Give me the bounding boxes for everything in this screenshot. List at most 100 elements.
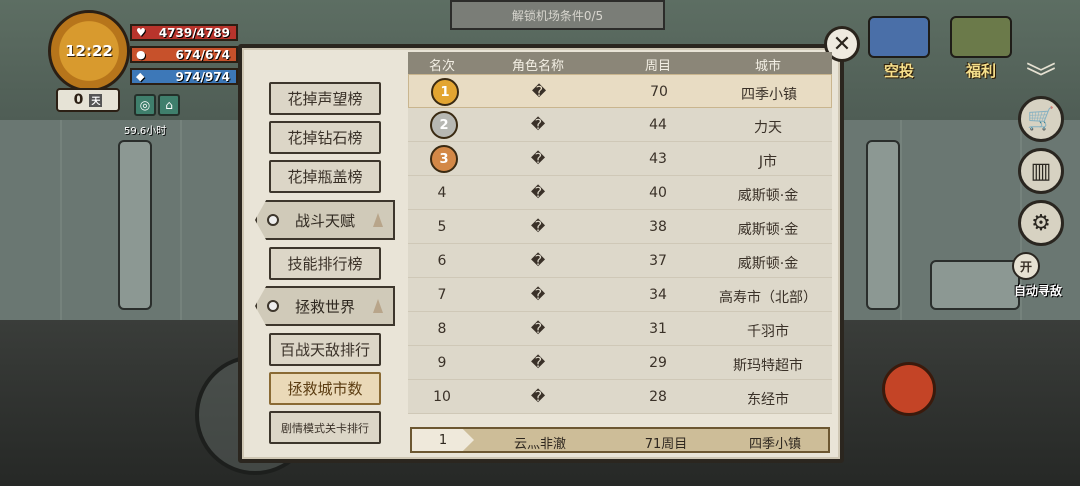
sidebar-item-story-levels[interactable]: 剧情模式关卡排行: [269, 411, 381, 444]
expand-triangle-icon: [373, 299, 383, 313]
my-rank-badge: 1: [412, 429, 474, 451]
table-row[interactable]: 1 � 70 四季小镇: [408, 74, 832, 108]
gear-icon: ⚙: [1031, 210, 1051, 236]
unlock-airport-banner: 解锁机场条件0/5: [450, 0, 665, 30]
sidebar-item-skills[interactable]: 技能排行榜: [269, 247, 381, 280]
row-city: 四季小镇: [741, 87, 797, 103]
header-name: 角色名称: [511, 59, 564, 74]
stamina-bar: ● 674/674: [130, 46, 238, 63]
row-name: �: [531, 84, 547, 100]
table-row[interactable]: 2 � 44 力天: [408, 108, 832, 142]
row-week: 29: [649, 355, 667, 371]
header-week: 周目: [644, 59, 671, 74]
row-name: �: [530, 185, 546, 201]
welfare-label: 福利: [965, 62, 996, 80]
table-row[interactable]: 3 � 43 J市: [408, 142, 832, 176]
table-row[interactable]: 4 � 40 威斯顿·金: [408, 176, 832, 210]
table-row[interactable]: 5 � 38 威斯顿·金: [408, 210, 832, 244]
sidebar-item-label: 拯救城市数: [287, 380, 363, 398]
collapse-chevron-icon[interactable]: ︾: [1018, 52, 1064, 98]
row-city: 千羽市: [747, 324, 789, 340]
sidebar-item-label: 花掉瓶盖榜: [287, 168, 363, 186]
row-city: 威斯顿·金: [737, 256, 799, 272]
row-name: �: [530, 287, 546, 303]
attack-button[interactable]: [882, 362, 936, 416]
gold-medal-icon: 1: [431, 78, 459, 106]
expand-triangle-icon: [373, 213, 383, 227]
clock-time: 12:22: [65, 42, 113, 60]
hp-bar: ♥ 4739/4789: [130, 24, 238, 41]
day-value: 0: [73, 92, 84, 108]
sidebar-item-caps[interactable]: 花掉瓶盖榜: [269, 160, 381, 193]
sidebar-category-combat-talent[interactable]: 战斗天赋: [255, 200, 395, 240]
table-row[interactable]: 6 � 37 威斯顿·金: [408, 244, 832, 278]
sidebar-item-label: 花掉声望榜: [287, 90, 363, 108]
row-name: �: [530, 355, 546, 371]
sidebar-item-label: 战斗天赋: [294, 211, 355, 230]
cabinet-right: [930, 260, 1020, 310]
sidebar-item-label: 百战天敌排行: [279, 341, 370, 359]
row-name: �: [530, 117, 546, 133]
water-value: 974/974: [175, 69, 230, 84]
welfare-icon: [950, 16, 1012, 58]
row-week: 34: [649, 287, 667, 303]
map-icon: ◎: [139, 98, 151, 112]
table-row[interactable]: 10 � 28 东经市: [408, 380, 832, 414]
sidebar-item-label: 花掉钻石榜: [287, 129, 363, 147]
row-week: 43: [649, 151, 667, 167]
day-unit: 天: [89, 93, 103, 107]
map-button[interactable]: ◎: [134, 94, 156, 116]
row-city: 东经市: [747, 392, 789, 408]
row-city: 斯玛特超市: [733, 358, 803, 374]
category-dot-icon: [267, 214, 279, 226]
my-rank-name: 云灬非澈: [513, 437, 566, 452]
airdrop-button[interactable]: 空投: [868, 16, 930, 81]
settings-button[interactable]: ⚙: [1018, 200, 1064, 246]
table-row[interactable]: 8 � 31 千羽市: [408, 312, 832, 346]
sidebar-category-save-world[interactable]: 拯救世界: [255, 286, 395, 326]
sidebar-item-label: 技能排行榜: [287, 255, 363, 273]
leaderboard-table: 名次 角色名称 周目 城市 1 � 70 四季小镇 2 � 44 力天 3 � …: [408, 52, 832, 452]
table-row[interactable]: 7 � 34 高寿市（北部）: [408, 278, 832, 312]
sidebar-item-label: 剧情模式关卡排行: [281, 421, 369, 435]
sidebar-item-hundred-battles[interactable]: 百战天敌排行: [269, 333, 381, 366]
home-icon: ⌂: [165, 98, 173, 112]
machine-right: [866, 140, 900, 310]
row-name: �: [530, 321, 546, 337]
sidebar-item-reputation[interactable]: 花掉声望榜: [269, 82, 381, 115]
welfare-button[interactable]: 福利: [950, 16, 1012, 81]
row-name: �: [530, 219, 546, 235]
airdrop-icon: [868, 16, 930, 58]
sidebar-item-cities-saved[interactable]: 拯救城市数: [269, 372, 381, 405]
heart-icon: ♥: [136, 26, 146, 39]
day-counter: 0 天: [56, 88, 120, 112]
hours-remaining: 59.6小时: [124, 126, 167, 137]
row-rank: 5: [437, 219, 447, 235]
hp-value: 4739/4789: [158, 25, 230, 40]
water-icon: ◆: [136, 70, 145, 83]
row-rank: 10: [433, 389, 451, 405]
my-rank-row: 1 云灬非澈 71周目 四季小镇: [410, 427, 830, 453]
row-week: 31: [649, 321, 667, 337]
row-rank: 8: [437, 321, 447, 337]
airdrop-label: 空投: [883, 62, 914, 80]
sidebar-item-diamonds[interactable]: 花掉钻石榜: [269, 121, 381, 154]
row-city: 力天: [754, 120, 782, 136]
header-city: 城市: [754, 59, 781, 74]
row-rank: 7: [437, 287, 447, 303]
books-icon: ▥: [1030, 158, 1052, 184]
shop-cart-button[interactable]: 🛒: [1018, 96, 1064, 142]
row-week: 28: [649, 389, 667, 405]
row-city: J市: [758, 154, 778, 170]
row-name: �: [530, 151, 546, 167]
row-week: 38: [649, 219, 667, 235]
sidebar-item-label: 拯救世界: [294, 297, 355, 316]
row-city: 威斯顿·金: [737, 188, 799, 204]
inventory-button[interactable]: ▥: [1018, 148, 1064, 194]
machine-left: [118, 140, 152, 310]
table-row[interactable]: 9 � 29 斯玛特超市: [408, 346, 832, 380]
row-name: �: [530, 389, 546, 405]
header-rank: 名次: [428, 59, 455, 74]
home-button[interactable]: ⌂: [158, 94, 180, 116]
auto-target-toggle[interactable]: 开: [1012, 252, 1040, 280]
